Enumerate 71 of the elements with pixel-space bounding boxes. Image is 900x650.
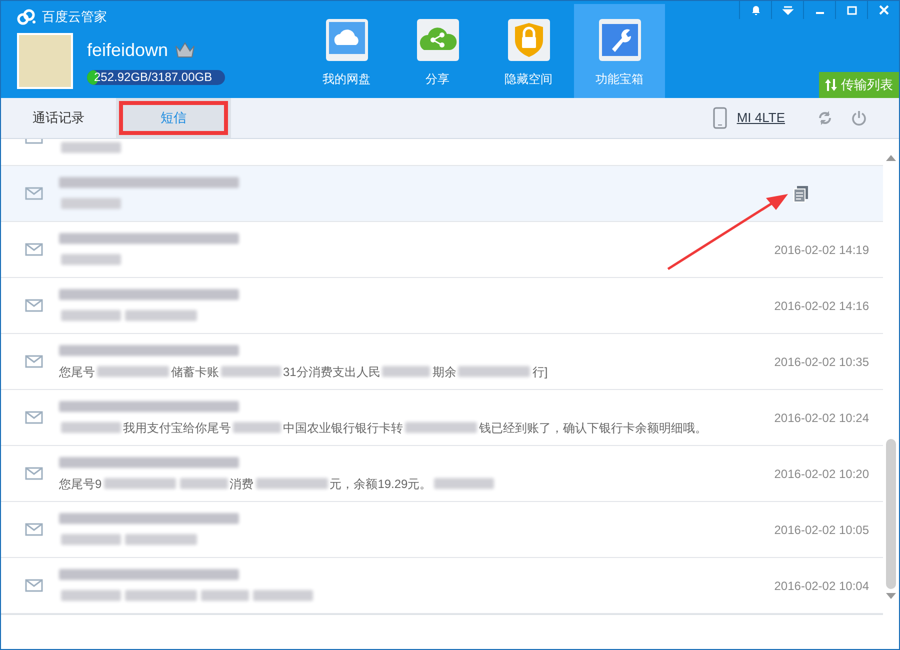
message-text: 我用支付宝给你尾号 — [123, 420, 231, 436]
blurred-text — [97, 366, 169, 377]
envelope-icon — [25, 467, 43, 480]
message-text: 元，余额19.29元。 — [330, 476, 432, 492]
blurred-text — [221, 366, 281, 377]
message-text: 行] — [532, 364, 548, 380]
envelope-icon — [25, 187, 43, 200]
message-date: 2016-02-02 10:05 — [774, 522, 869, 538]
scroll-up-arrow-icon[interactable] — [886, 155, 896, 161]
device-name-link[interactable]: MI 4LTE — [736, 108, 785, 128]
shield-lock-icon — [506, 18, 550, 62]
crown-icon — [174, 40, 196, 60]
envelope-icon — [25, 355, 43, 368]
up-down-arrows-icon — [825, 78, 837, 92]
blurred-text — [61, 422, 121, 433]
nav-tab[interactable]: 隐藏空间 — [483, 4, 574, 99]
cloud-logo-icon — [17, 8, 37, 25]
blurred-text — [233, 422, 281, 433]
message-date: 2016-02-02 10:35 — [774, 354, 869, 370]
avatar-photo-placeholder — [17, 32, 73, 88]
envelope-icon — [25, 523, 43, 536]
blurred-text — [61, 310, 121, 321]
message-date: 2016-02-02 10:20 — [774, 466, 869, 482]
envelope-icon — [25, 411, 43, 424]
transfer-list-button[interactable]: 传输列表 — [819, 72, 899, 98]
blurred-text — [434, 478, 494, 489]
share-icon — [416, 18, 460, 62]
message-date: 2016-02-02 10:24 — [774, 410, 869, 426]
copy-icon[interactable] — [793, 184, 809, 202]
tab[interactable]: 短信 — [116, 98, 231, 138]
user-name: feifeidown — [87, 38, 168, 62]
blurred-text — [253, 590, 313, 601]
phone-icon — [712, 107, 727, 129]
envelope-icon — [25, 579, 43, 592]
message-text: 消费 — [230, 476, 254, 492]
storage-quota-text: 252.92GB/3187.00GB — [93, 70, 214, 84]
cloud-icon — [324, 18, 368, 62]
blurred-text — [61, 254, 121, 265]
message-date: 2016-02-02 14:16 — [774, 298, 869, 314]
blurred-text — [61, 198, 121, 209]
blurred-text — [61, 142, 121, 153]
message-text: 期余 — [432, 364, 456, 380]
blurred-text — [125, 310, 197, 321]
scrollbar-thumb[interactable] — [886, 439, 896, 589]
refresh-icon[interactable] — [817, 110, 833, 126]
nav-tab[interactable]: 我的网盘 — [301, 4, 392, 99]
message-date: 2016-02-02 14:19 — [774, 242, 869, 258]
power-icon[interactable] — [851, 110, 867, 126]
message-date: 2016-02-02 10:04 — [774, 578, 869, 594]
blurred-text — [201, 590, 249, 601]
blurred-text — [61, 534, 121, 545]
wrench-icon — [598, 18, 642, 62]
message-text: 您尾号 — [59, 364, 95, 380]
nav-tab[interactable]: 分享 — [392, 4, 483, 99]
message-text: 储蓄卡账 — [171, 364, 219, 380]
message-text: 钱已经到账了，确认下银行卡余额明细哦。 — [479, 420, 707, 436]
scroll-down-arrow-icon[interactable] — [886, 593, 896, 599]
blurred-text — [405, 422, 477, 433]
nav-tab[interactable]: 功能宝箱 — [574, 4, 665, 99]
envelope-icon — [25, 243, 43, 256]
blurred-text — [180, 478, 228, 489]
blurred-text — [125, 534, 197, 545]
blurred-text — [382, 366, 430, 377]
envelope-icon — [25, 299, 43, 312]
blurred-text — [61, 590, 121, 601]
message-text: 您尾号9 — [59, 476, 102, 492]
blurred-text — [125, 590, 197, 601]
window-title: 百度云管家 — [42, 8, 107, 26]
tab[interactable]: 通话记录 — [1, 98, 116, 138]
message-text: 中国农业银行银行卡转 — [283, 420, 403, 436]
message-text: 31分消费支出人民 — [283, 364, 380, 380]
